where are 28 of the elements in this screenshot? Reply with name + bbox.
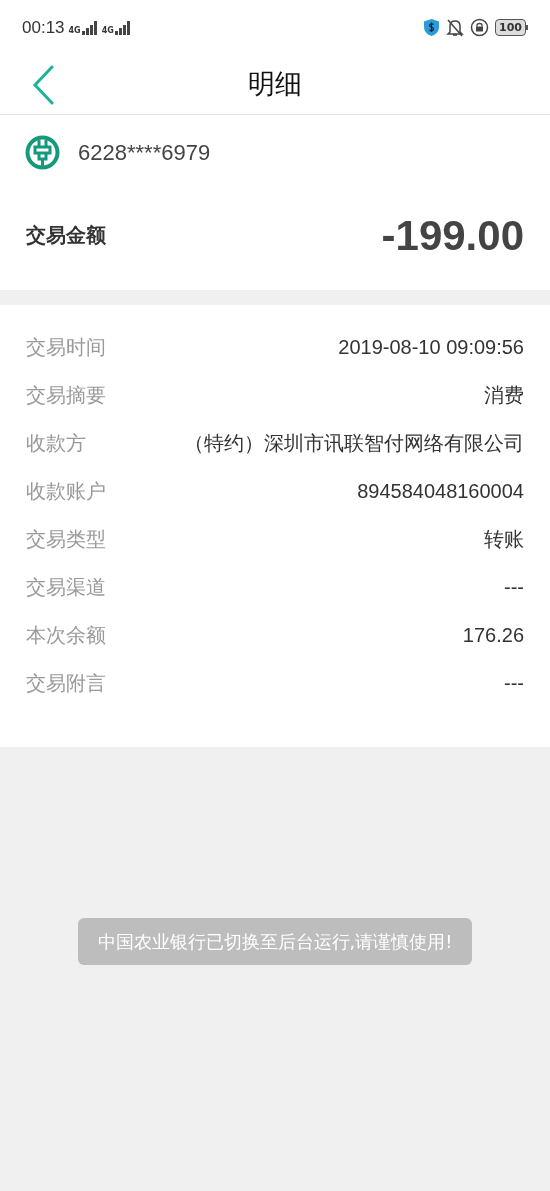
- detail-value: ---: [504, 575, 524, 599]
- amount-value: -199.00: [381, 210, 524, 261]
- back-icon[interactable]: [32, 64, 54, 105]
- detail-value: （特约）深圳市讯联智付网络有限公司: [184, 431, 524, 455]
- detail-label: 本次余额: [26, 622, 106, 649]
- shield-icon: [423, 18, 441, 37]
- detail-label: 交易附言: [26, 670, 106, 697]
- status-time: 00:13: [22, 16, 65, 39]
- detail-value: 转账: [484, 527, 524, 551]
- detail-label: 交易摘要: [26, 382, 106, 409]
- detail-label: 交易渠道: [26, 574, 106, 601]
- detail-value: 消费: [484, 383, 524, 407]
- detail-label: 交易时间: [26, 334, 106, 361]
- detail-label: 收款账户: [26, 478, 106, 505]
- account-number: 6228****6979: [78, 139, 211, 167]
- detail-value: ---: [504, 671, 524, 695]
- detail-value: 2019-08-10 09:09:56: [338, 335, 524, 359]
- bell-off-icon: [446, 18, 465, 37]
- bank-logo-icon: [25, 135, 60, 170]
- detail-label: 交易类型: [26, 526, 106, 553]
- page-title: 明细: [248, 67, 302, 102]
- lock-rotation-icon: [470, 18, 490, 37]
- amount-label: 交易金额: [26, 222, 106, 249]
- detail-value: 894584048160004: [357, 479, 524, 503]
- battery-icon: 100: [495, 19, 528, 36]
- toast-message: 中国农业银行已切换至后台运行,请谨慎使用!: [77, 918, 473, 965]
- detail-value: 176.26: [462, 623, 524, 647]
- detail-label: 收款方: [26, 430, 86, 457]
